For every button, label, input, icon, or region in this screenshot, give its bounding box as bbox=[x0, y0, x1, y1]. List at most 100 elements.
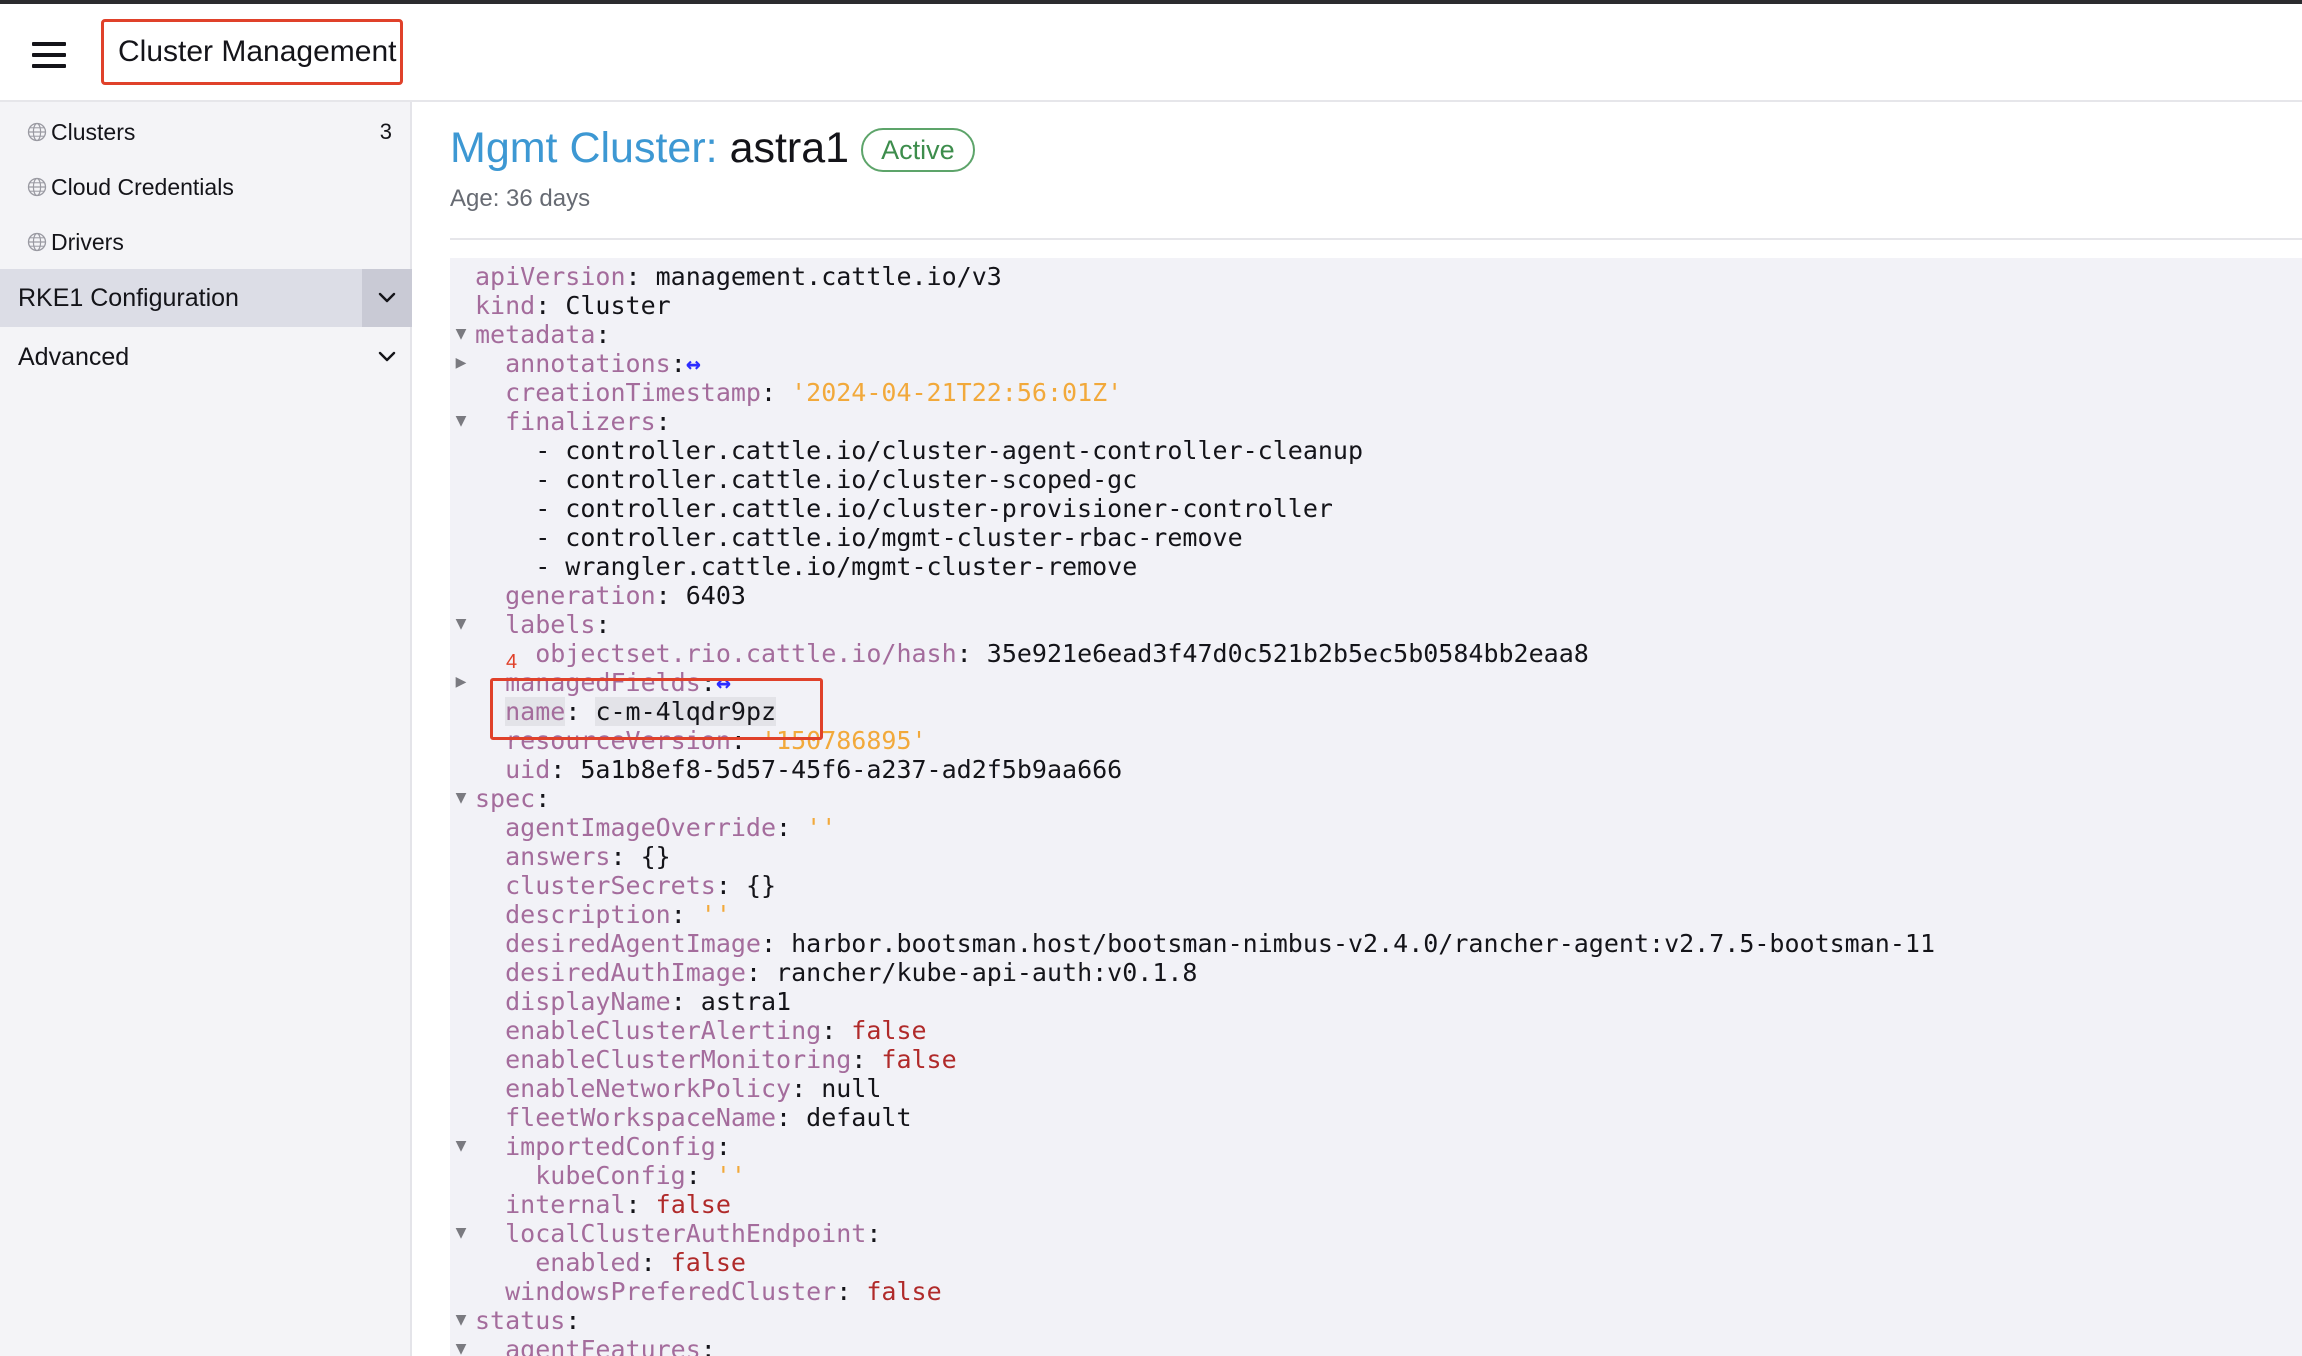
yaml-line[interactable]: ▶ annotations:↔ bbox=[450, 349, 2302, 378]
yaml-value: - controller.cattle.io/cluster-scoped-gc bbox=[475, 465, 1138, 494]
yaml-line[interactable]: - controller.cattle.io/cluster-scoped-gc bbox=[450, 465, 2302, 494]
sidebar-group-label: RKE1 Configuration bbox=[18, 284, 239, 312]
yaml-line[interactable]: - controller.cattle.io/mgmt-cluster-rbac… bbox=[450, 523, 2302, 552]
expand-arrows-icon[interactable]: ↔ bbox=[686, 349, 701, 378]
yaml-line[interactable]: answers: {} bbox=[450, 842, 2302, 871]
hamburger-icon[interactable] bbox=[32, 42, 66, 68]
yaml-line[interactable]: enableClusterMonitoring: false bbox=[450, 1045, 2302, 1074]
yaml-line[interactable]: apiVersion: management.cattle.io/v3 bbox=[450, 262, 2302, 291]
chevron-down-icon[interactable] bbox=[362, 269, 412, 327]
yaml-line[interactable]: ▼ importedConfig: bbox=[450, 1132, 2302, 1161]
yaml-key: uid bbox=[505, 755, 551, 784]
yaml-key: description bbox=[505, 900, 671, 929]
yaml-line[interactable]: desiredAgentImage: harbor.bootsman.host/… bbox=[450, 929, 2302, 958]
yaml-line[interactable]: ▼ metadata: bbox=[450, 320, 2302, 349]
yaml-line[interactable]: uid: 5a1b8ef8-5d57-45f6-a237-ad2f5b9aa66… bbox=[450, 755, 2302, 784]
yaml-punct: : bbox=[956, 639, 987, 668]
yaml-key: fleetWorkspaceName bbox=[505, 1103, 777, 1132]
yaml-key: creationTimestamp bbox=[505, 378, 761, 407]
yaml-line[interactable]: generation: 6403 bbox=[450, 581, 2302, 610]
yaml-value bbox=[475, 378, 505, 407]
yaml-key: internal bbox=[505, 1190, 626, 1219]
yaml-line-content: enableNetworkPolicy: null bbox=[475, 1074, 881, 1103]
page-title: Mgmt Cluster: astra1 bbox=[450, 118, 849, 178]
yaml-line[interactable]: - wrangler.cattle.io/mgmt-cluster-remove bbox=[450, 552, 2302, 581]
annotation-highlight-box bbox=[490, 678, 823, 740]
yaml-line-content: internal: false bbox=[475, 1190, 731, 1219]
yaml-key: finalizers bbox=[505, 407, 656, 436]
yaml-key: enableNetworkPolicy bbox=[505, 1074, 792, 1103]
yaml-line-content: agentImageOverride: '' bbox=[475, 813, 836, 842]
yaml-editor[interactable]: apiVersion: management.cattle.io/v3 kind:… bbox=[450, 258, 2302, 1356]
sidebar-item-label: Clusters bbox=[51, 119, 136, 145]
fold-collapsed-icon[interactable]: ▶ bbox=[450, 668, 472, 697]
yaml-key: kubeConfig bbox=[535, 1161, 686, 1190]
yaml-line[interactable]: fleetWorkspaceName: default bbox=[450, 1103, 2302, 1132]
yaml-key: enableClusterMonitoring bbox=[505, 1045, 852, 1074]
yaml-value: harbor.bootsman.host/bootsman-nimbus-v2.… bbox=[791, 929, 1935, 958]
yaml-line[interactable]: displayName: astra1 bbox=[450, 987, 2302, 1016]
yaml-line[interactable]: creationTimestamp: '2024-04-21T22:56:01Z… bbox=[450, 378, 2302, 407]
chevron-down-icon[interactable] bbox=[362, 328, 412, 386]
yaml-value bbox=[475, 987, 505, 1016]
yaml-line[interactable]: ▼ finalizers: bbox=[450, 407, 2302, 436]
fold-collapsed-icon[interactable]: ▶ bbox=[450, 349, 472, 378]
yaml-punct: : bbox=[851, 1045, 882, 1074]
yaml-line-content: desiredAuthImage: rancher/kube-api-auth:… bbox=[475, 958, 1197, 987]
yaml-punct: : bbox=[821, 1016, 852, 1045]
yaml-line-content: - controller.cattle.io/cluster-scoped-gc bbox=[475, 465, 1137, 494]
yaml-string: '' bbox=[715, 1161, 746, 1190]
sidebar-group-label: Advanced bbox=[18, 343, 130, 371]
yaml-line[interactable]: - controller.cattle.io/cluster-agent-con… bbox=[450, 436, 2302, 465]
yaml-line[interactable]: kubeConfig: '' bbox=[450, 1161, 2302, 1190]
fold-expanded-icon[interactable]: ▼ bbox=[450, 1132, 472, 1161]
fold-expanded-icon[interactable]: ▼ bbox=[450, 1219, 472, 1248]
sidebar-group-rke1-configuration[interactable]: RKE1 Configuration bbox=[0, 269, 412, 327]
yaml-line[interactable]: objectset.rio.cattle.io/hash: 35e921e6ea… bbox=[450, 639, 2302, 668]
yaml-key: annotations bbox=[505, 349, 671, 378]
yaml-line[interactable]: clusterSecrets: {} bbox=[450, 871, 2302, 900]
fold-expanded-icon[interactable]: ▼ bbox=[450, 784, 472, 813]
yaml-line[interactable]: ▼ spec: bbox=[450, 784, 2302, 813]
yaml-line[interactable]: ▼ labels: bbox=[450, 610, 2302, 639]
yaml-punct: : bbox=[655, 581, 686, 610]
yaml-line[interactable]: - controller.cattle.io/cluster-provision… bbox=[450, 494, 2302, 523]
yaml-punct: : bbox=[565, 1306, 581, 1335]
sidebar-item-drivers[interactable]: Drivers bbox=[0, 217, 410, 267]
yaml-value bbox=[475, 407, 505, 436]
yaml-value: - controller.cattle.io/mgmt-cluster-rbac… bbox=[475, 523, 1243, 552]
yaml-punct: : bbox=[836, 1277, 867, 1306]
yaml-key: objectset.rio.cattle.io/hash bbox=[535, 639, 957, 668]
yaml-line[interactable]: enabled: false bbox=[450, 1248, 2302, 1277]
yaml-line[interactable]: kind: Cluster bbox=[450, 291, 2302, 320]
yaml-key: generation bbox=[505, 581, 656, 610]
yaml-line-content: - controller.cattle.io/cluster-agent-con… bbox=[475, 436, 1363, 465]
yaml-line[interactable]: agentImageOverride: '' bbox=[450, 813, 2302, 842]
fold-expanded-icon[interactable]: ▼ bbox=[450, 407, 472, 436]
fold-expanded-icon[interactable]: ▼ bbox=[450, 1335, 472, 1356]
fold-expanded-icon[interactable]: ▼ bbox=[450, 320, 472, 349]
yaml-line[interactable]: enableNetworkPolicy: null bbox=[450, 1074, 2302, 1103]
yaml-line[interactable]: windowsPreferedCluster: false bbox=[450, 1277, 2302, 1306]
yaml-line[interactable]: description: '' bbox=[450, 900, 2302, 929]
yaml-punct: : bbox=[535, 291, 566, 320]
yaml-line-content: kubeConfig: '' bbox=[475, 1161, 746, 1190]
yaml-line-content: enabled: false bbox=[475, 1248, 746, 1277]
yaml-line[interactable]: ▼ status: bbox=[450, 1306, 2302, 1335]
yaml-value bbox=[475, 929, 505, 958]
sidebar-item-clusters[interactable]: Clusters 3 bbox=[0, 107, 410, 157]
fold-expanded-icon[interactable]: ▼ bbox=[450, 610, 472, 639]
yaml-line[interactable]: ▼ localClusterAuthEndpoint: bbox=[450, 1219, 2302, 1248]
yaml-string: '' bbox=[700, 900, 731, 929]
sidebar-item-cloud-credentials[interactable]: Cloud Credentials bbox=[0, 162, 410, 212]
fold-expanded-icon[interactable]: ▼ bbox=[450, 1306, 472, 1335]
yaml-line[interactable]: enableClusterAlerting: false bbox=[450, 1016, 2302, 1045]
yaml-line[interactable]: desiredAuthImage: rancher/kube-api-auth:… bbox=[450, 958, 2302, 987]
yaml-line-content: - controller.cattle.io/cluster-provision… bbox=[475, 494, 1333, 523]
globe-icon bbox=[27, 122, 47, 142]
cluster-name: astra1 bbox=[729, 124, 850, 172]
sidebar-group-advanced[interactable]: Advanced bbox=[0, 328, 412, 386]
yaml-key: windowsPreferedCluster bbox=[505, 1277, 837, 1306]
yaml-line[interactable]: ▼ agentFeatures: bbox=[450, 1335, 2302, 1356]
yaml-line[interactable]: internal: false bbox=[450, 1190, 2302, 1219]
